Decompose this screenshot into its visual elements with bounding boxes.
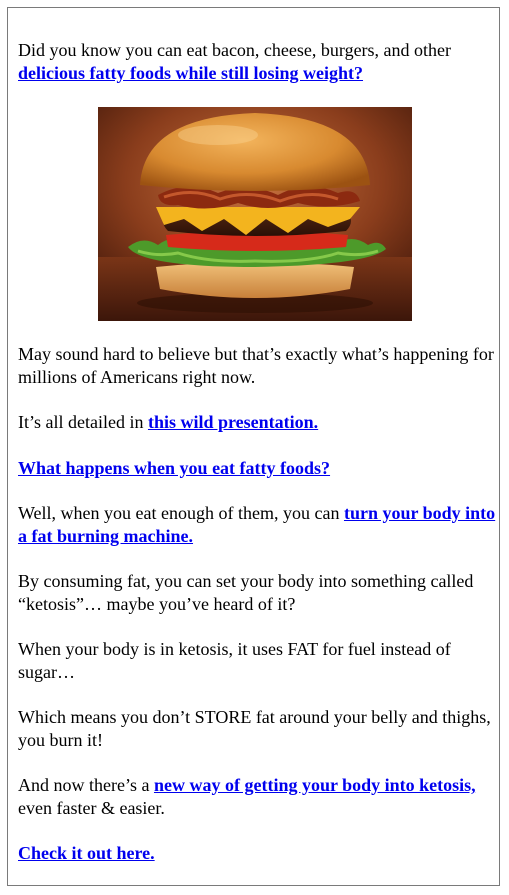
paragraph-presentation: It’s all detailed in this wild presentat… (18, 411, 496, 434)
paragraph-ketosis: By consuming fat, you can set your body … (18, 571, 474, 614)
paragraph-what-happens: What happens when you eat fatty foods? (18, 457, 496, 480)
paragraph-check-it-out: Check it out here. (18, 842, 496, 865)
fatty-foods-link[interactable]: delicious fatty foods while still losing… (18, 63, 363, 83)
new-way-ketosis-link[interactable]: new way of getting your body into ketosi… (154, 775, 476, 795)
email-frame: Did you know you can eat bacon, cheese, … (7, 7, 500, 886)
what-happens-link[interactable]: What happens when you eat fatty foods? (18, 458, 330, 478)
fat-burning-text: Well, when you eat enough of them, you c… (18, 503, 344, 523)
presentation-text: It’s all detailed in (18, 412, 148, 432)
paragraph-fat-burning: Well, when you eat enough of them, you c… (18, 502, 496, 547)
paragraph-fat-for-fuel: When your body is in ketosis, it uses FA… (18, 639, 451, 682)
intro-text: Did you know you can eat bacon, cheese, … (18, 40, 452, 60)
burger-image[interactable] (98, 107, 412, 321)
wild-presentation-link[interactable]: this wild presentation. (148, 412, 318, 432)
paragraph-burn-it: Which means you don’t STORE fat around y… (18, 707, 491, 750)
intro-paragraph: Did you know you can eat bacon, cheese, … (18, 39, 496, 84)
check-it-out-link[interactable]: Check it out here. (18, 843, 155, 863)
paragraph-hard-to-believe: May sound hard to believe but that’s exa… (18, 344, 494, 387)
paragraph-new-way: And now there’s a new way of getting you… (18, 774, 496, 819)
new-way-text-after: even faster & easier. (18, 797, 165, 818)
email-body: Did you know you can eat bacon, cheese, … (18, 39, 496, 888)
new-way-text-before: And now there’s a (18, 775, 154, 795)
